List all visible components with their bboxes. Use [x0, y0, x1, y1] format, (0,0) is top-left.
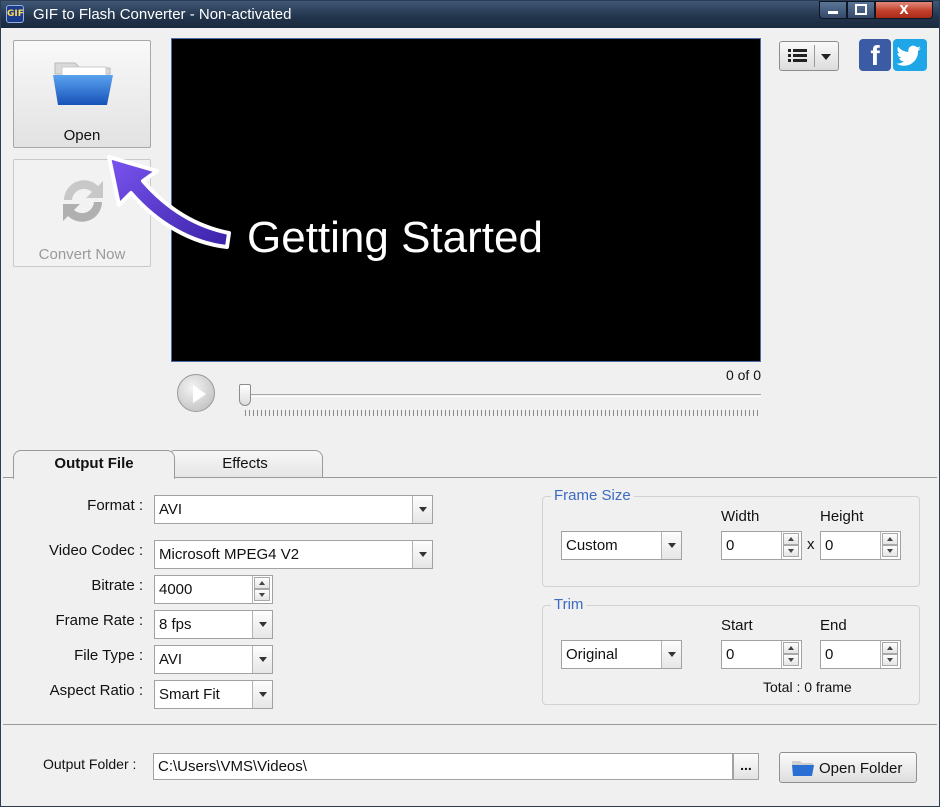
chevron-down-icon[interactable]: [661, 532, 681, 559]
trim-total: Total : 0 frame: [763, 679, 852, 695]
file-type-value: AVI: [159, 651, 183, 668]
start-label: Start: [721, 617, 753, 634]
file-type-select[interactable]: AVI: [154, 645, 273, 674]
frame-rate-value: 8 fps: [159, 616, 192, 633]
trim-title: Trim: [551, 596, 587, 613]
minimize-icon: [828, 11, 838, 14]
end-spinner[interactable]: [880, 641, 900, 668]
window-controls: X: [819, 1, 933, 19]
bitrate-value: 4000: [159, 581, 193, 598]
chevron-down-icon[interactable]: [252, 681, 272, 708]
video-codec-select[interactable]: Microsoft MPEG4 V2: [154, 540, 433, 569]
seek-bar[interactable]: [243, 394, 761, 397]
spin-up-icon[interactable]: [882, 533, 898, 545]
trim-value: Original: [566, 646, 618, 663]
start-value: 0: [726, 646, 735, 663]
tab-bar: Output File Effects: [9, 450, 339, 479]
video-preview: [171, 38, 761, 362]
bitrate-spinner[interactable]: [252, 576, 272, 603]
window-title: GIF to Flash Converter - Non-activated: [33, 6, 292, 23]
tab-output-file[interactable]: Output File: [13, 450, 175, 479]
open-button-label: Open: [63, 127, 101, 144]
aspect-ratio-value: Smart Fit: [159, 686, 220, 703]
spin-up-icon[interactable]: [783, 642, 799, 654]
seek-thumb[interactable]: [239, 384, 251, 406]
title-bar[interactable]: GIF GIF to Flash Converter - Non-activat…: [1, 1, 939, 28]
output-folder-label: Output Folder :: [43, 756, 137, 772]
app-window: GIF GIF to Flash Converter - Non-activat…: [0, 0, 940, 807]
folder-icon: [53, 62, 113, 105]
format-select[interactable]: AVI: [154, 495, 433, 524]
spin-down-icon[interactable]: [882, 545, 898, 557]
browse-button[interactable]: ...: [733, 753, 759, 780]
trim-select[interactable]: Original: [561, 640, 682, 669]
spin-up-icon[interactable]: [882, 642, 898, 654]
width-value: 0: [726, 537, 735, 554]
start-stepper[interactable]: 0: [721, 640, 802, 669]
open-button[interactable]: Open: [13, 40, 151, 148]
frame-size-value: Custom: [566, 537, 618, 554]
spin-down-icon[interactable]: [882, 654, 898, 666]
folder-icon: [792, 761, 814, 776]
height-stepper[interactable]: 0: [820, 531, 901, 560]
getting-started-arrow-icon: [107, 155, 231, 249]
end-stepper[interactable]: 0: [820, 640, 901, 669]
chevron-down-icon[interactable]: [412, 496, 432, 523]
bitrate-label: Bitrate :: [91, 577, 143, 594]
output-folder-input[interactable]: C:\Users\VMS\Videos\: [153, 753, 733, 780]
seek-ticks: [245, 410, 759, 416]
height-spinner[interactable]: [880, 532, 900, 559]
spin-up-icon[interactable]: [254, 577, 270, 589]
bitrate-stepper[interactable]: 4000: [154, 575, 273, 604]
menu-dropdown-button[interactable]: [779, 41, 839, 71]
tab-effects[interactable]: Effects: [167, 450, 323, 478]
width-label: Width: [721, 508, 760, 525]
end-value: 0: [825, 646, 834, 663]
spin-up-icon[interactable]: [783, 533, 799, 545]
video-codec-label: Video Codec :: [49, 542, 143, 559]
aspect-ratio-label: Aspect Ratio :: [49, 682, 143, 699]
maximize-icon: [855, 4, 867, 15]
twitter-icon[interactable]: [893, 39, 927, 71]
frame-counter: 0 of 0: [725, 367, 761, 383]
close-icon: X: [899, 3, 909, 17]
file-type-label: File Type :: [74, 647, 143, 664]
chevron-down-icon[interactable]: [252, 646, 272, 673]
maximize-button[interactable]: [847, 1, 875, 19]
format-value: AVI: [159, 501, 183, 518]
width-stepper[interactable]: 0: [721, 531, 802, 560]
open-folder-button[interactable]: Open Folder: [779, 752, 917, 783]
chevron-down-icon: [821, 54, 831, 60]
start-spinner[interactable]: [781, 641, 801, 668]
close-button[interactable]: X: [875, 1, 933, 19]
height-label: Height: [820, 508, 864, 525]
frame-rate-select[interactable]: 8 fps: [154, 610, 273, 639]
open-folder-label: Open Folder: [819, 760, 903, 777]
aspect-ratio-select[interactable]: Smart Fit: [154, 680, 273, 709]
width-spinner[interactable]: [781, 532, 801, 559]
format-label: Format :: [87, 497, 143, 514]
getting-started-text: Getting Started: [247, 213, 543, 262]
end-label: End: [820, 617, 847, 634]
spin-down-icon[interactable]: [783, 545, 799, 557]
list-menu-icon: [788, 49, 807, 62]
menu-separator: [814, 45, 815, 67]
chevron-down-icon[interactable]: [412, 541, 432, 568]
chevron-down-icon[interactable]: [252, 611, 272, 638]
video-codec-value: Microsoft MPEG4 V2: [159, 546, 300, 563]
spin-down-icon[interactable]: [254, 589, 270, 601]
size-separator: x: [807, 536, 815, 553]
chevron-down-icon[interactable]: [661, 641, 681, 668]
app-icon: GIF: [6, 5, 24, 23]
spin-down-icon[interactable]: [783, 654, 799, 666]
frame-rate-label: Frame Rate :: [55, 612, 143, 629]
play-button[interactable]: [177, 374, 215, 412]
frame-size-title: Frame Size: [551, 487, 634, 504]
minimize-button[interactable]: [819, 1, 847, 19]
frame-size-select[interactable]: Custom: [561, 531, 682, 560]
facebook-icon[interactable]: f: [859, 39, 891, 71]
height-value: 0: [825, 537, 834, 554]
